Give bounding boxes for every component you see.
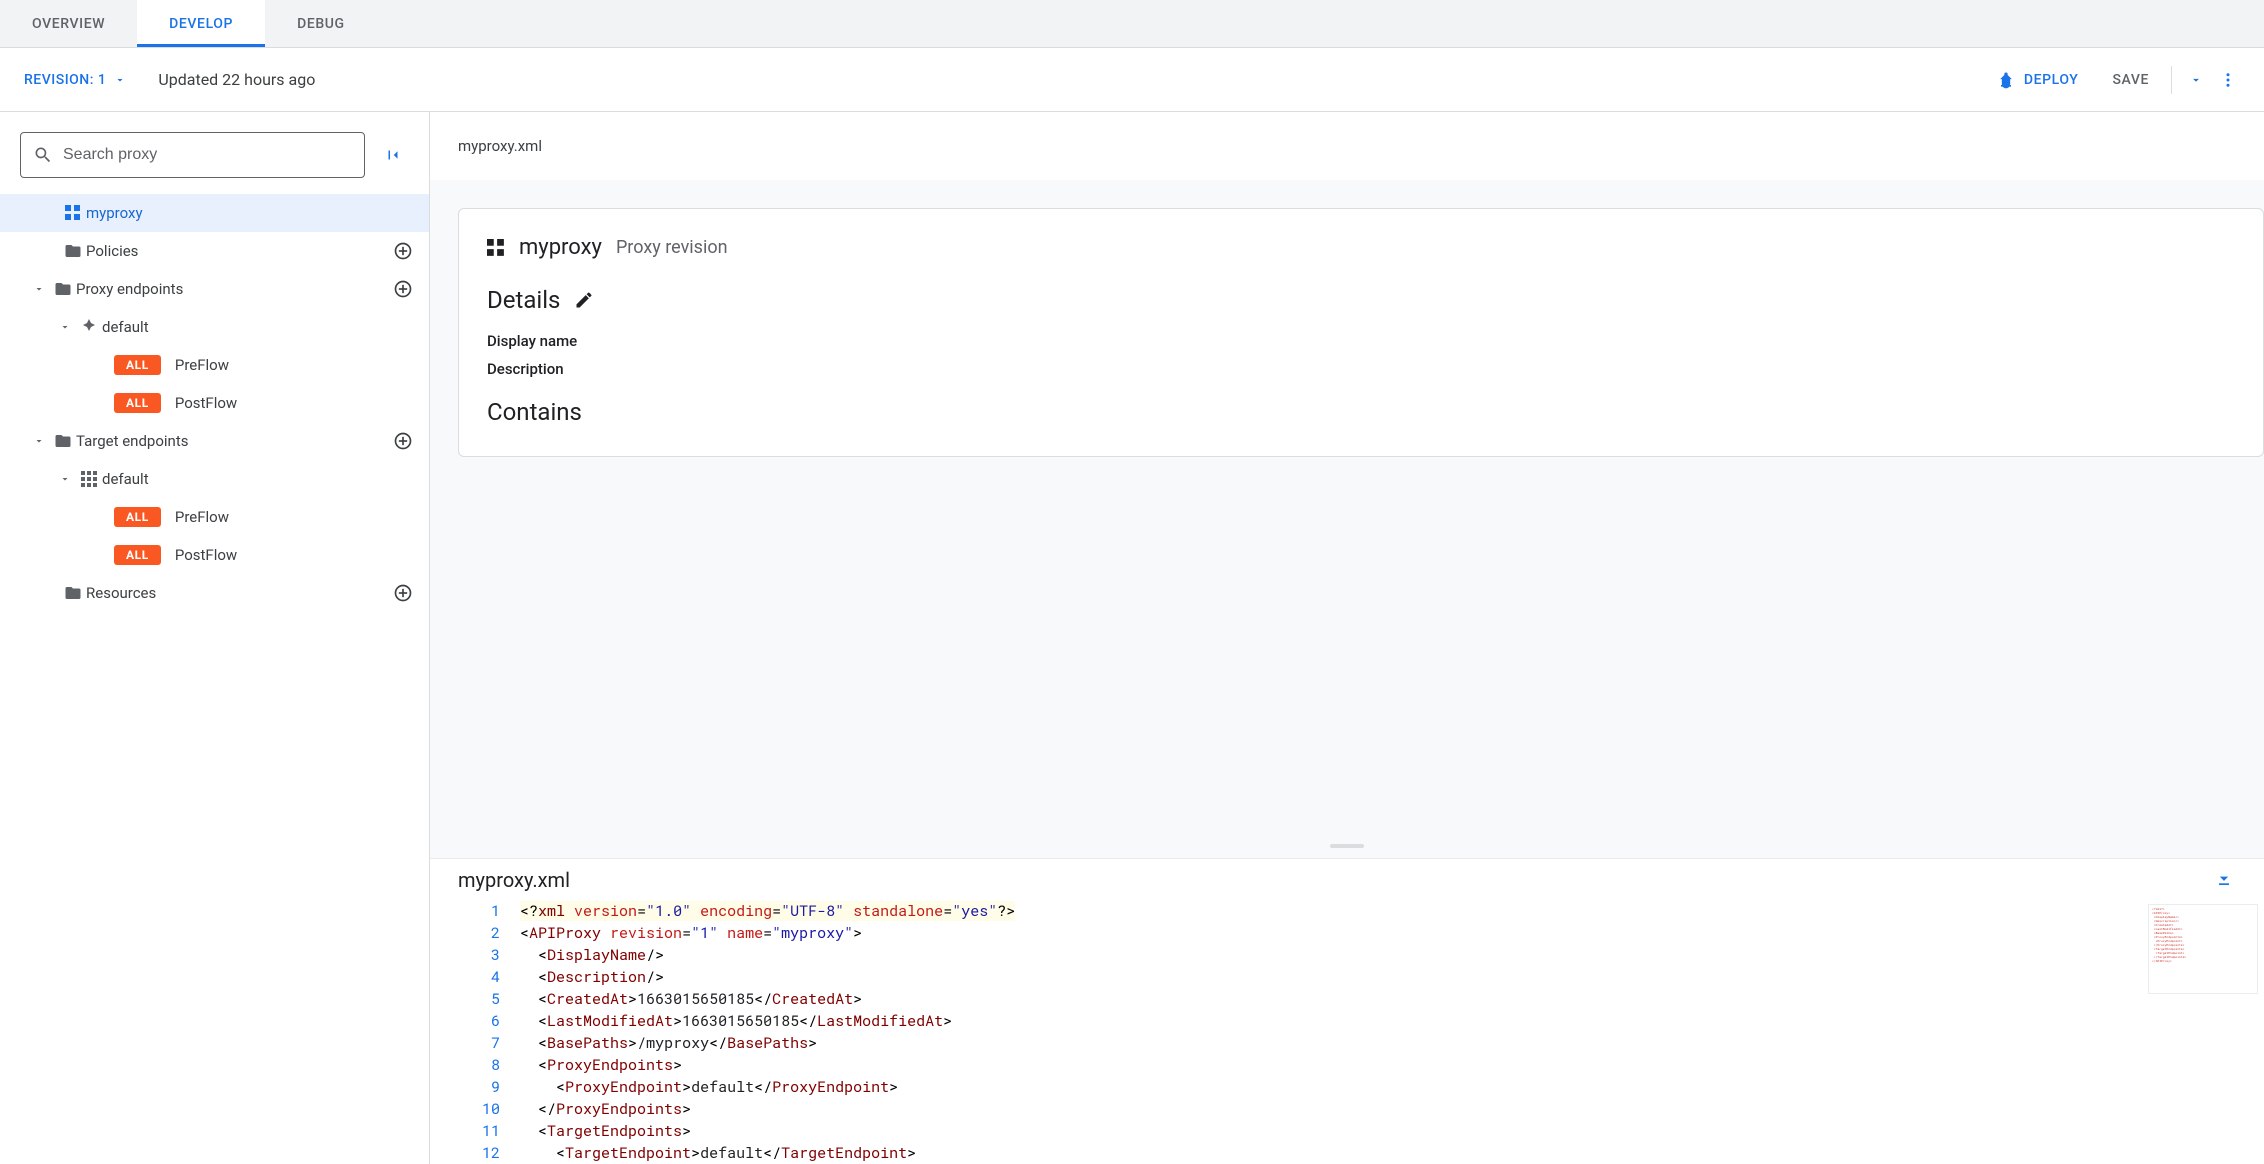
tree-label: PreFlow (175, 356, 413, 374)
tab-overview[interactable]: OVERVIEW (0, 0, 137, 47)
content-area: myproxy.xml myproxy Proxy revision Detai… (430, 112, 2264, 1164)
add-icon[interactable] (393, 431, 413, 451)
proxy-tree: myproxy Policies Proxy endpoints (0, 194, 429, 1164)
tree-item-policies[interactable]: Policies (0, 232, 429, 270)
tree-label: default (102, 470, 413, 488)
caret-down-icon (114, 74, 126, 86)
divider (2171, 66, 2172, 94)
tree-item-myproxy[interactable]: myproxy (0, 194, 429, 232)
revision-label: REVISION: 1 (24, 72, 106, 88)
add-icon[interactable] (393, 583, 413, 603)
more-actions-button[interactable] (2212, 64, 2244, 96)
add-icon[interactable] (393, 279, 413, 299)
tree-label: Proxy endpoints (76, 280, 393, 298)
proxy-tabs: OVERVIEW DEVELOP DEBUG (0, 0, 2264, 48)
tree-item-proxy-endpoints[interactable]: Proxy endpoints (0, 270, 429, 308)
collapse-down-icon (2214, 870, 2234, 890)
caret-down-icon (59, 473, 71, 485)
caret-down-icon (33, 283, 45, 295)
action-bar: REVISION: 1 Updated 22 hours ago DEPLOY … (0, 48, 2264, 112)
grid-icon (81, 471, 97, 487)
tree-label: Resources (86, 584, 393, 602)
card-subtitle: Proxy revision (616, 237, 728, 258)
search-icon (33, 145, 53, 165)
tree-label: PreFlow (175, 508, 413, 526)
display-name-label: Display name (487, 332, 2235, 350)
details-heading: Details (487, 286, 560, 314)
proxy-icon (65, 205, 81, 221)
search-proxy-wrap[interactable] (20, 132, 365, 178)
description-label: Description (487, 360, 2235, 378)
tree-item-target-default[interactable]: default (0, 460, 429, 498)
collapse-editor-button[interactable] (2208, 864, 2240, 896)
all-badge: ALL (114, 355, 161, 375)
caret-down-icon (2189, 73, 2203, 87)
editor-filename: myproxy.xml (458, 868, 570, 892)
tree-item-target-postflow[interactable]: ALL PostFlow (0, 536, 429, 574)
add-icon[interactable] (393, 241, 413, 261)
tree-label: PostFlow (175, 394, 413, 412)
tree-item-proxy-default[interactable]: default (0, 308, 429, 346)
tab-develop[interactable]: DEVELOP (137, 0, 265, 47)
deploy-button[interactable]: DEPLOY (1984, 62, 2091, 98)
save-button[interactable]: SAVE (2098, 64, 2163, 96)
tree-item-target-endpoints[interactable]: Target endpoints (0, 422, 429, 460)
tree-item-proxy-preflow[interactable]: ALL PreFlow (0, 346, 429, 384)
tree-label: Policies (86, 242, 393, 260)
deploy-label: DEPLOY (2024, 72, 2079, 88)
details-card: myproxy Proxy revision Details Display n… (458, 208, 2264, 457)
all-badge: ALL (114, 507, 161, 527)
caret-down-icon (33, 435, 45, 447)
updated-text: Updated 22 hours ago (158, 70, 315, 89)
deploy-icon (1996, 70, 2016, 90)
folder-icon (54, 280, 72, 298)
edit-icon[interactable] (574, 290, 594, 310)
sidebar: myproxy Policies Proxy endpoints (0, 112, 430, 1164)
breadcrumb: myproxy.xml (430, 112, 2264, 180)
folder-icon (64, 584, 82, 602)
tree-item-target-preflow[interactable]: ALL PreFlow (0, 498, 429, 536)
folder-icon (64, 242, 82, 260)
collapse-icon (384, 146, 402, 164)
endpoint-icon (81, 319, 97, 335)
save-dropdown-button[interactable] (2180, 64, 2212, 96)
xml-editor[interactable]: 123456789101112 <?xml version="1.0" enco… (430, 900, 2264, 1164)
all-badge: ALL (114, 393, 161, 413)
editor-gutter: 123456789101112 (430, 900, 520, 1164)
tree-label: Target endpoints (76, 432, 393, 450)
all-badge: ALL (114, 545, 161, 565)
caret-down-icon (59, 321, 71, 333)
tree-label: PostFlow (175, 546, 413, 564)
contains-heading: Contains (487, 398, 2235, 426)
search-proxy-input[interactable] (63, 146, 352, 164)
tree-item-proxy-postflow[interactable]: ALL PostFlow (0, 384, 429, 422)
more-vert-icon (2219, 71, 2237, 89)
collapse-sidebar-button[interactable] (377, 139, 409, 171)
editor-minimap[interactable]: <?xml?> <APIProxy> <DisplayName/> <Descr… (2148, 904, 2258, 994)
editor-code[interactable]: <?xml version="1.0" encoding="UTF-8" sta… (520, 900, 2264, 1164)
tree-label: myproxy (86, 204, 413, 222)
folder-icon (54, 432, 72, 450)
tab-debug[interactable]: DEBUG (265, 0, 377, 47)
tree-item-resources[interactable]: Resources (0, 574, 429, 612)
tree-label: default (102, 318, 413, 336)
card-title: myproxy (519, 235, 602, 260)
proxy-icon (487, 239, 505, 257)
revision-dropdown[interactable]: REVISION: 1 (24, 72, 126, 88)
editor-resize-handle[interactable] (430, 844, 2264, 858)
